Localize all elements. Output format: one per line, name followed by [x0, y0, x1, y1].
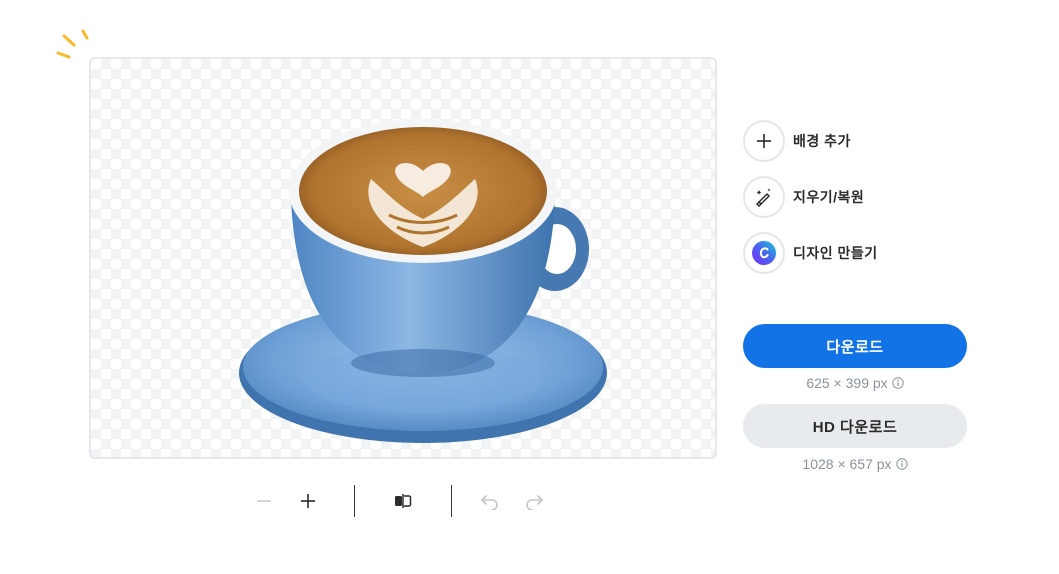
- erase-restore-label: 지우기/복원: [793, 189, 865, 205]
- add-background-icon-circle: [743, 120, 785, 162]
- redo-button[interactable]: [520, 484, 548, 518]
- undo-icon: [481, 495, 498, 510]
- add-background-button[interactable]: 배경 추가: [743, 119, 851, 163]
- redo-icon: [526, 495, 543, 510]
- download-size-text: 625 × 399 px: [806, 375, 888, 391]
- cutout-image: [239, 119, 607, 443]
- compare-button[interactable]: [389, 484, 417, 518]
- info-icon[interactable]: [891, 377, 904, 389]
- image-preview-canvas: [89, 57, 717, 459]
- canva-logo-icon: [752, 241, 776, 265]
- editor-toolbar: [250, 484, 550, 520]
- split-compare-icon: [395, 494, 412, 508]
- toolbar-divider: [354, 485, 355, 517]
- add-background-label: 배경 추가: [793, 133, 851, 149]
- minus-icon: [257, 500, 271, 502]
- hd-download-size-text: 1028 × 657 px: [802, 456, 892, 472]
- erase-restore-button[interactable]: 지우기/복원: [743, 175, 864, 219]
- magic-brush-icon: [755, 188, 771, 208]
- download-size: 625 × 399 px: [743, 375, 967, 391]
- hd-download-button[interactable]: HD 다운로드: [743, 404, 967, 448]
- download-button[interactable]: 다운로드: [743, 324, 967, 368]
- info-icon[interactable]: [895, 458, 908, 470]
- hd-download-size: 1028 × 657 px: [743, 456, 967, 472]
- undo-button[interactable]: [476, 484, 504, 518]
- erase-restore-icon-circle: [743, 176, 785, 218]
- plus-icon: [301, 494, 315, 508]
- toolbar-divider: [451, 485, 452, 517]
- create-design-button[interactable]: 디자인 만들기: [743, 231, 878, 275]
- create-design-label: 디자인 만들기: [793, 245, 878, 261]
- zoom-in-button[interactable]: [294, 484, 322, 518]
- plus-icon: [757, 134, 771, 148]
- create-design-icon-circle: [743, 232, 785, 274]
- zoom-out-button[interactable]: [250, 484, 278, 518]
